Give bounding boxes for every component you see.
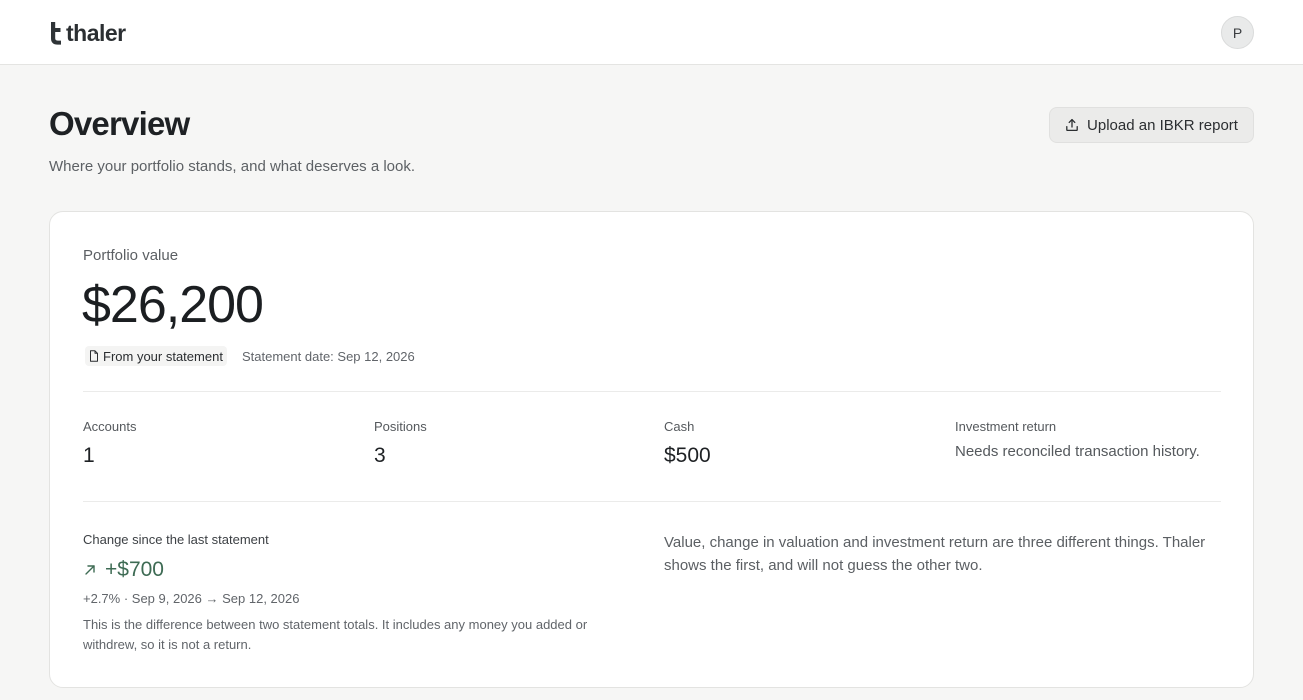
portfolio-overview-card: Portfolio value $26,200 From your statem… [49, 211, 1254, 688]
stat-accounts: Accounts 1 [83, 419, 136, 468]
portfolio-value-label: Portfolio value [83, 247, 179, 264]
stat-note: Needs reconciled transaction history. [955, 443, 1200, 460]
brand-logo[interactable]: thaler [49, 20, 126, 46]
stat-label: Cash [664, 419, 695, 434]
top-bar: thaler P [0, 0, 1303, 65]
page-title: Overview [49, 105, 190, 142]
change-value-row: +$700 [83, 558, 164, 582]
stat-value: 3 [374, 444, 386, 467]
stat-value: $500 [664, 444, 711, 467]
upload-report-button[interactable]: Upload an IBKR report [1049, 107, 1254, 143]
stat-positions: Positions 3 [374, 419, 427, 468]
explainer-text: Value, change in valuation and investmen… [664, 534, 1206, 574]
divider [83, 391, 1221, 392]
stat-value: 1 [83, 444, 95, 467]
thaler-logo-icon [51, 22, 61, 45]
stat-label: Investment return [955, 419, 1057, 434]
statement-date: Statement date: Sep 12, 2026 [242, 349, 415, 364]
arrow-up-right-icon [85, 565, 95, 575]
change-description: This is the difference between two state… [83, 617, 588, 652]
change-label: Change since the last statement [83, 532, 269, 547]
divider [83, 501, 1221, 502]
upload-icon [1066, 118, 1078, 132]
change-meta: +2.7% · Sep 9, 2026 → Sep 12, 2026 [83, 591, 300, 606]
portfolio-value: $26,200 [82, 276, 264, 334]
source-chip-label: From your statement [103, 348, 223, 364]
document-icon [90, 350, 98, 362]
stat-label: Positions [374, 419, 427, 434]
stat-label: Accounts [83, 419, 137, 434]
stat-cash: Cash $500 [664, 419, 711, 468]
upload-button-label: Upload an IBKR report [1087, 116, 1238, 134]
stat-investment-return: Investment return Needs reconciled trans… [955, 419, 1200, 460]
brand-name: thaler [66, 20, 126, 46]
page-subtitle: Where your portfolio stands, and what de… [49, 158, 416, 175]
change-value: +$700 [105, 558, 164, 581]
source-chip: From your statement [85, 346, 227, 366]
user-avatar[interactable]: P [1221, 16, 1254, 49]
